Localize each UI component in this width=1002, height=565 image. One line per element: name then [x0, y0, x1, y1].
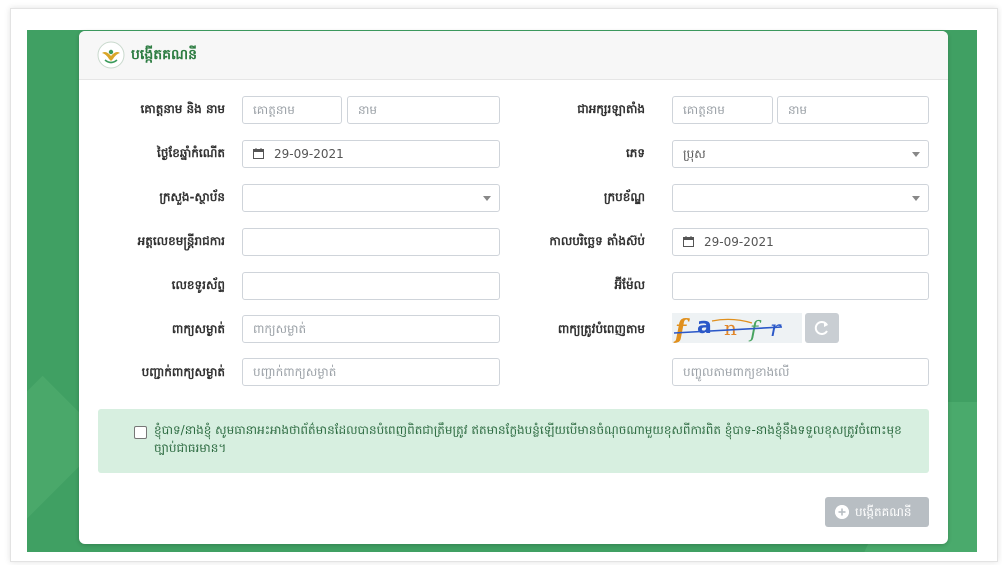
- officer-id-input[interactable]: [242, 228, 500, 256]
- card-header: បង្កើតគណនី: [79, 31, 948, 80]
- card-title: បង្កើតគណនី: [131, 47, 197, 63]
- gender-value: ប្រុស: [683, 147, 706, 161]
- start-date-input[interactable]: 29-09-2021: [672, 228, 929, 256]
- dob-input[interactable]: 29-09-2021: [242, 140, 500, 168]
- officer-id-label: អត្តលេខមន្ត្រីរាជការ: [137, 234, 225, 248]
- captcha-input[interactable]: បញ្ចូលតាមពាក្យខាងលើ: [672, 358, 929, 386]
- chevron-down-icon: [483, 196, 491, 201]
- plus-circle-icon: [835, 505, 849, 519]
- ministry-label: ក្រសួង-ស្ថាប័ន: [159, 190, 225, 204]
- dob-label: ថ្ងៃខែឆ្នាំកំណើត: [157, 146, 225, 160]
- chevron-down-icon: [912, 152, 920, 157]
- dob-value: 29-09-2021: [274, 147, 344, 161]
- agreement-text: ខ្ញុំបាទ/នាងខ្ញុំ សូមធានាអះអាងថាព័ត៌មានដ…: [154, 423, 902, 455]
- surname-latin-input[interactable]: គោត្តនាម: [672, 96, 773, 124]
- create-account-button[interactable]: បង្កើតគណនី: [825, 497, 929, 527]
- given-name-input[interactable]: នាម: [347, 96, 500, 124]
- confirm-password-label: បញ្ជាក់ពាក្យសម្ងាត់: [141, 365, 225, 379]
- password-label: ពាក្យសម្ងាត់: [171, 322, 225, 336]
- name-label: គោត្តនាម និង នាម: [140, 102, 225, 116]
- surname-input[interactable]: គោត្តនាម: [242, 96, 342, 124]
- phone-label: លេខទូរស័ព្ទ: [171, 278, 225, 292]
- email-label: អ៊ីម៉ែល: [614, 278, 645, 292]
- password-input[interactable]: ពាក្យសម្ងាត់: [242, 315, 500, 343]
- name-latin-label: ជាអក្សរឡាតាំង: [577, 102, 645, 116]
- ministry-select[interactable]: [242, 184, 500, 212]
- captcha-char: r: [770, 317, 782, 342]
- emblem-logo-icon: [97, 41, 125, 69]
- gender-select[interactable]: ប្រុស: [672, 140, 929, 168]
- agreement-box: ខ្ញុំបាទ/នាងខ្ញុំ សូមធានាអះអាងថាព័ត៌មានដ…: [98, 409, 929, 473]
- captcha-image: f a n f r: [672, 313, 802, 343]
- confirm-password-input[interactable]: បញ្ជាក់ពាក្យសម្ងាត់: [242, 358, 500, 386]
- phone-input[interactable]: [242, 272, 500, 300]
- agreement-checkbox[interactable]: [134, 426, 147, 439]
- department-label: ក្របខ័ណ្ឌ: [603, 190, 645, 204]
- refresh-icon: [814, 321, 828, 335]
- create-account-button-label: បង្កើតគណនី: [855, 505, 912, 519]
- given-name-latin-input[interactable]: នាម: [777, 96, 929, 124]
- department-select[interactable]: [672, 184, 929, 212]
- gender-label: ភេទ: [625, 146, 645, 160]
- chevron-down-icon: [912, 196, 920, 201]
- captcha-label: ពាក្យត្រូវបំពេញតាម: [557, 322, 645, 336]
- captcha-refresh-button[interactable]: [805, 313, 839, 343]
- email-input[interactable]: [672, 272, 929, 300]
- captcha-char: a: [697, 314, 712, 339]
- calendar-icon: [253, 148, 264, 159]
- calendar-icon: [683, 236, 694, 247]
- start-date-label: កាលបរិច្ឆេទ តាំងស៊ប់: [549, 234, 645, 248]
- start-date-value: 29-09-2021: [704, 235, 774, 249]
